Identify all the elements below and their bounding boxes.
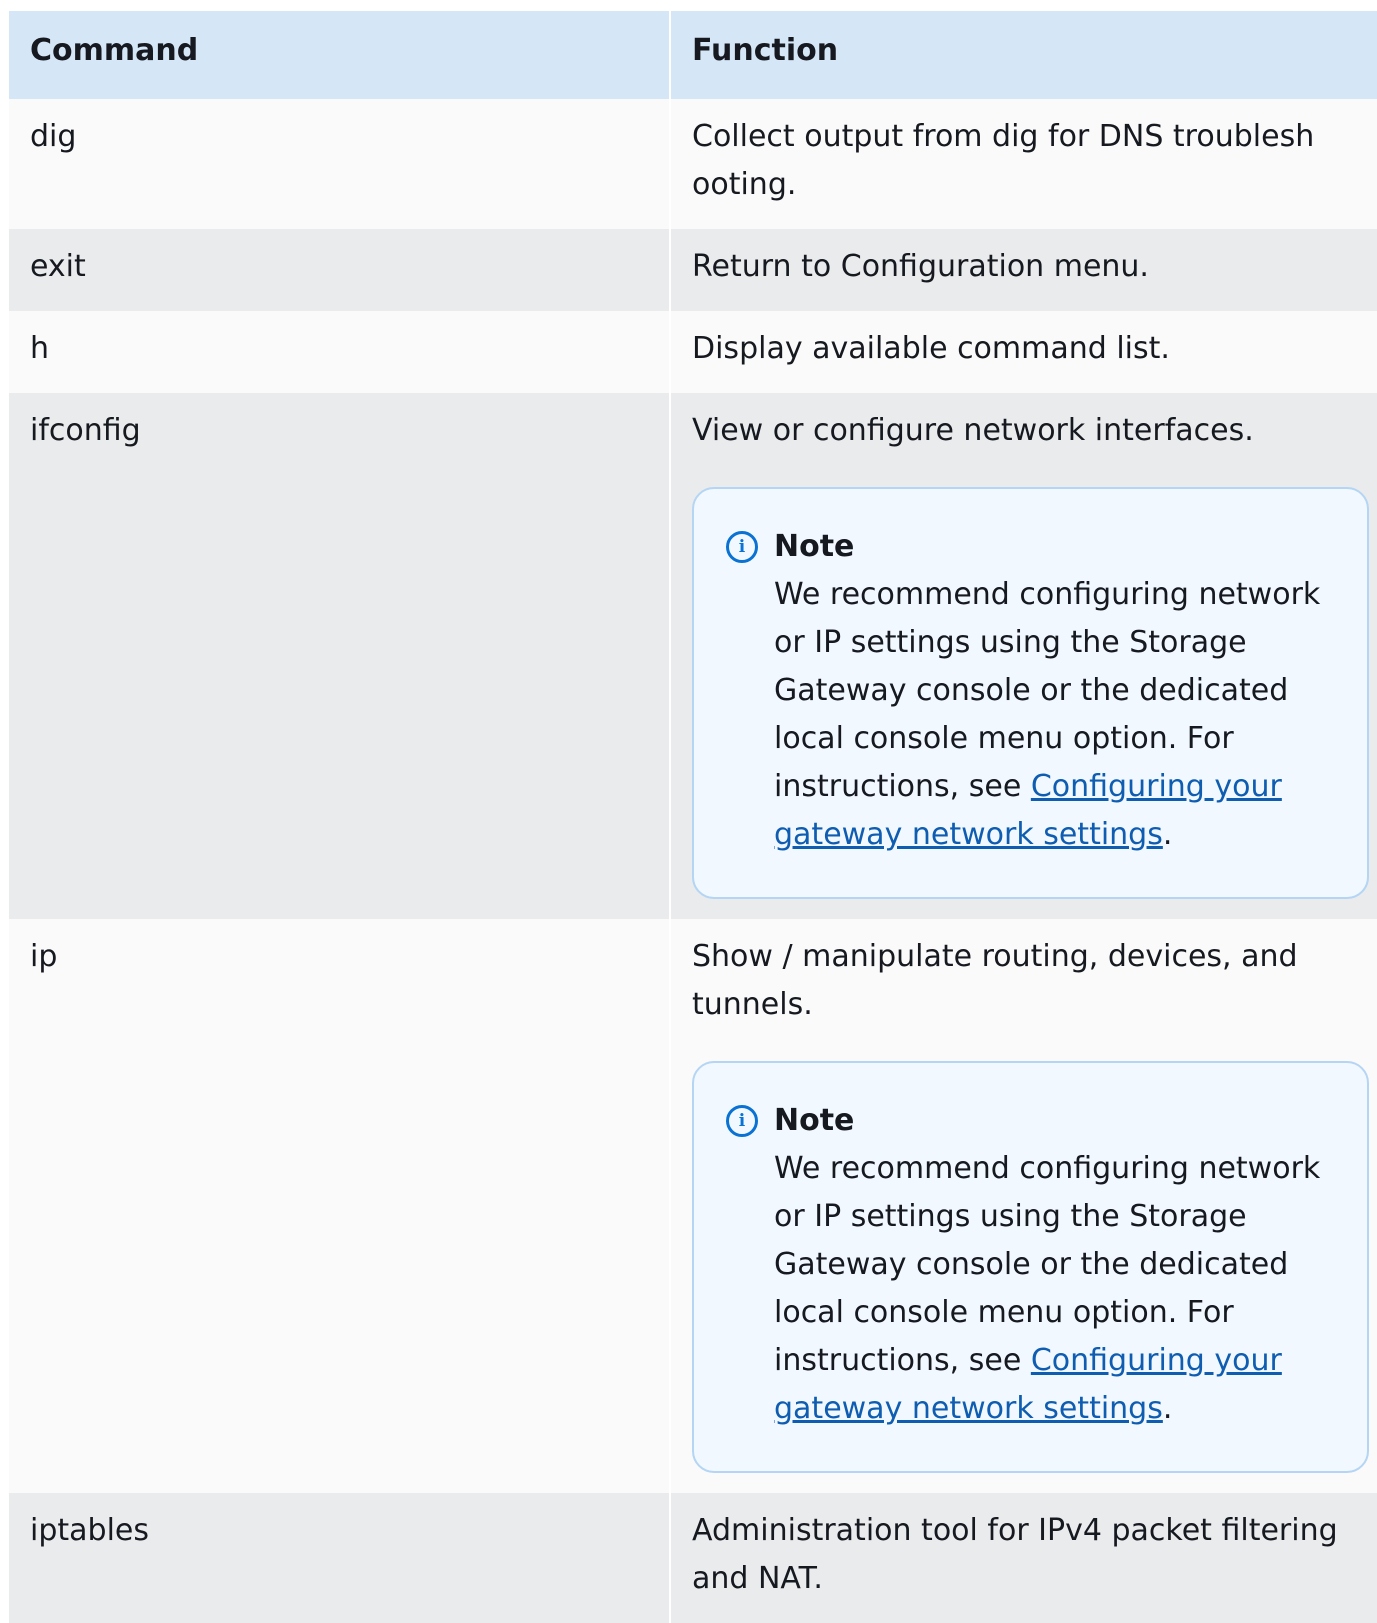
note-title: Note [774, 529, 855, 564]
note-header: i Note [726, 1097, 1337, 1145]
note-header: i Note [726, 523, 1337, 571]
table-row: dig Collect output from dig for DNS trou… [9, 99, 1377, 229]
table-row: exit Return to Configuration menu. [9, 229, 1377, 311]
note-box: i Note We recommend configuring network … [692, 1061, 1369, 1473]
command-cell: exit [9, 229, 670, 311]
function-cell: Show / manipulate routing, devices, and … [669, 919, 1377, 1493]
commands-table-container: Command Function dig Collect output from… [9, 11, 1377, 1623]
command-cell: ip [9, 919, 670, 1493]
function-text: View or configure network interfaces. [692, 413, 1254, 448]
function-cell: View or configure network interfaces. i … [669, 393, 1377, 919]
note-period: . [1162, 1391, 1173, 1426]
table-row: iptables Administration tool for IPv4 pa… [9, 1493, 1377, 1623]
table-header-row: Command Function [9, 11, 1377, 99]
function-cell: Return to Configuration menu. [669, 229, 1377, 311]
function-cell: Display available command list. [669, 311, 1377, 393]
function-cell: Administration tool for IPv4 packet filt… [669, 1493, 1377, 1623]
table-row: ip Show / manipulate routing, devices, a… [9, 919, 1377, 1493]
commands-table: Command Function dig Collect output from… [9, 11, 1377, 1623]
header-command: Command [9, 11, 670, 99]
command-cell: iptables [9, 1493, 670, 1623]
note-body: We recommend configuring network or IP s… [726, 1145, 1337, 1433]
command-cell: dig [9, 99, 670, 229]
command-cell: h [9, 311, 670, 393]
info-icon: i [726, 531, 758, 563]
command-cell: ifconfig [9, 393, 670, 919]
note-box: i Note We recommend configuring network … [692, 487, 1369, 899]
info-icon: i [726, 1105, 758, 1137]
header-function: Function [669, 11, 1377, 99]
note-title: Note [774, 1103, 855, 1138]
note-period: . [1162, 817, 1173, 852]
note-body: We recommend configuring network or IP s… [726, 571, 1337, 859]
function-cell: Collect output from dig for DNS troubles… [669, 99, 1377, 229]
function-text: Show / manipulate routing, devices, and … [692, 939, 1298, 1022]
table-row: ifconfig View or configure network inter… [9, 393, 1377, 919]
table-row: h Display available command list. [9, 311, 1377, 393]
